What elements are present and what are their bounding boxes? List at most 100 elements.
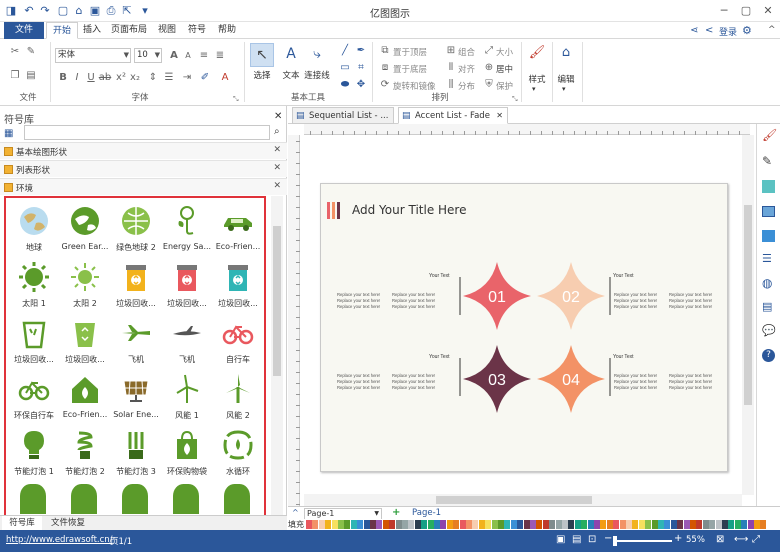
horizontal-scrollbar[interactable] xyxy=(304,494,742,506)
color-swatch[interactable] xyxy=(536,520,543,529)
placeholder-text[interactable]: Replace your text here! xyxy=(614,373,657,378)
shape-item-partial[interactable] xyxy=(20,484,46,514)
edit-icon[interactable]: ⌂ xyxy=(557,45,575,63)
color-swatch[interactable] xyxy=(517,520,524,529)
strikethrough-icon[interactable]: ab xyxy=(98,71,112,85)
color-swatch[interactable] xyxy=(722,520,728,529)
color-swatch[interactable] xyxy=(408,520,415,529)
color-swatch[interactable] xyxy=(427,520,434,529)
color-swatch[interactable] xyxy=(728,520,735,529)
color-swatch[interactable] xyxy=(734,520,741,529)
color-swatch[interactable] xyxy=(434,520,440,529)
placeholder-text[interactable]: Replace your text here! xyxy=(669,304,712,309)
font-size-select[interactable]: 10 ▼ xyxy=(134,48,162,63)
text-direction-icon[interactable]: ⇥ xyxy=(180,71,194,85)
highlight-icon[interactable]: ✐ xyxy=(198,71,212,85)
shape-item[interactable]: 绿色地球 2 xyxy=(111,202,161,258)
placeholder-text[interactable]: Replace your text here! xyxy=(392,379,435,384)
arrange-dialog-launcher-icon[interactable]: ⤡ xyxy=(512,95,518,104)
color-swatch[interactable] xyxy=(638,520,645,529)
color-swatch[interactable] xyxy=(690,520,696,529)
color-swatch[interactable] xyxy=(619,520,626,529)
font-shrink-icon[interactable]: A xyxy=(181,49,195,63)
close-panel-icon[interactable]: ✕ xyxy=(274,111,282,122)
move-icon[interactable]: ✥ xyxy=(354,78,368,92)
fullscreen-icon[interactable]: ⤢ xyxy=(752,534,760,545)
scrollbar-thumb[interactable] xyxy=(436,496,592,504)
library-menu-icon[interactable]: ▦ xyxy=(4,128,13,139)
color-swatch[interactable] xyxy=(600,520,607,529)
tab-symbol-library[interactable]: 符号库 xyxy=(2,516,42,530)
text-tool-icon[interactable]: A xyxy=(280,43,302,65)
placeholder-text[interactable]: Replace your text here! xyxy=(337,373,380,378)
shape-item[interactable]: 垃圾回收... xyxy=(162,258,212,314)
placeholder-text[interactable]: Replace your text here! xyxy=(614,385,657,390)
tab-help[interactable]: 帮助 xyxy=(214,22,240,39)
font-color-icon[interactable]: A xyxy=(218,71,232,85)
tab-symbol[interactable]: 符号 xyxy=(184,22,210,39)
color-swatch[interactable] xyxy=(523,520,530,529)
shape-item[interactable]: 太阳 2 xyxy=(60,258,110,314)
color-swatch[interactable] xyxy=(466,520,472,529)
color-swatch[interactable] xyxy=(709,520,716,529)
placeholder-text[interactable]: Replace your text here! xyxy=(669,379,712,384)
fit-page-icon[interactable]: ⊠ xyxy=(716,534,724,545)
placeholder-text[interactable]: Replace your text here! xyxy=(614,298,657,303)
pen-icon[interactable]: ✒ xyxy=(354,44,368,58)
bring-top-icon[interactable]: ⧉ xyxy=(378,44,392,58)
help-icon[interactable]: ? xyxy=(762,349,775,362)
color-swatch[interactable] xyxy=(683,520,690,529)
subscript-icon[interactable]: x₂ xyxy=(128,71,142,85)
select-tool-icon[interactable]: ↖ xyxy=(250,43,274,67)
maximize-button[interactable]: ▢ xyxy=(738,3,754,19)
minimize-button[interactable]: ─ xyxy=(716,3,732,19)
line-style-icon[interactable]: ✎ xyxy=(762,154,772,168)
placeholder-text[interactable]: Replace your text here! xyxy=(614,292,657,297)
placeholder-text[interactable]: Replace your text here! xyxy=(614,304,657,309)
color-swatch[interactable] xyxy=(306,520,312,529)
color-swatch[interactable] xyxy=(318,520,325,529)
library-row-list[interactable]: 列表形状 ✕ xyxy=(0,160,287,177)
text-block-title[interactable]: Your Text xyxy=(429,354,450,360)
color-swatch[interactable] xyxy=(645,520,652,529)
underline-icon[interactable]: U xyxy=(84,71,98,85)
connector-tool-button[interactable]: 连接线 xyxy=(302,69,332,81)
share2-icon[interactable]: < xyxy=(705,25,713,36)
font-grow-icon[interactable]: A xyxy=(167,49,181,63)
placeholder-text[interactable]: Replace your text here! xyxy=(614,379,657,384)
send-bottom-icon[interactable]: ⧈ xyxy=(378,61,392,75)
color-swatch[interactable] xyxy=(312,520,319,529)
distribute-button[interactable]: 分布 xyxy=(458,80,475,92)
font-dialog-launcher-icon[interactable]: ⤡ xyxy=(233,95,239,104)
crop-icon[interactable]: ⌗ xyxy=(354,61,368,75)
color-swatch[interactable] xyxy=(344,520,351,529)
copy-icon[interactable]: ❐ xyxy=(8,69,22,83)
text-tool-button[interactable]: 文本 xyxy=(278,69,304,81)
text-block-title[interactable]: Your Text xyxy=(613,354,634,360)
color-swatch[interactable] xyxy=(459,520,466,529)
color-swatch[interactable] xyxy=(542,520,549,529)
line-icon[interactable]: ╱ xyxy=(338,44,352,58)
add-page-icon[interactable]: + xyxy=(392,507,400,518)
size-icon[interactable]: ⤢ xyxy=(482,44,496,58)
tab-view[interactable]: 视图 xyxy=(154,22,180,39)
send-bottom-button[interactable]: 置于底层 xyxy=(393,63,427,75)
library-row-basic[interactable]: 基本绘图形状 ✕ xyxy=(0,142,287,159)
shape-item[interactable]: 飞机 xyxy=(162,314,212,370)
shape-item[interactable]: Energy Sa... xyxy=(162,202,212,258)
tab-home[interactable]: 开始 xyxy=(46,22,78,39)
size-button[interactable]: 大小 xyxy=(496,46,513,58)
library-row-environment[interactable]: 环境 ✕ xyxy=(0,178,287,195)
rotate-icon[interactable]: ⟳ xyxy=(378,78,392,92)
color-swatch[interactable] xyxy=(670,520,677,529)
color-swatch[interactable] xyxy=(338,520,344,529)
placeholder-text[interactable]: Replace your text here! xyxy=(392,304,435,309)
placeholder-text[interactable]: Replace your text here! xyxy=(392,298,435,303)
color-swatch[interactable] xyxy=(363,520,370,529)
format-painter-icon[interactable]: ✎ xyxy=(24,45,38,59)
shape-item[interactable]: 垃圾回收... xyxy=(213,258,263,314)
shape-item[interactable]: Green Ear... xyxy=(60,202,110,258)
placeholder-text[interactable]: Replace your text here! xyxy=(392,385,435,390)
settings-icon[interactable]: ⚙ xyxy=(742,24,752,37)
tab-doc-sequential[interactable]: ▤ Sequential List - ... xyxy=(292,107,394,124)
